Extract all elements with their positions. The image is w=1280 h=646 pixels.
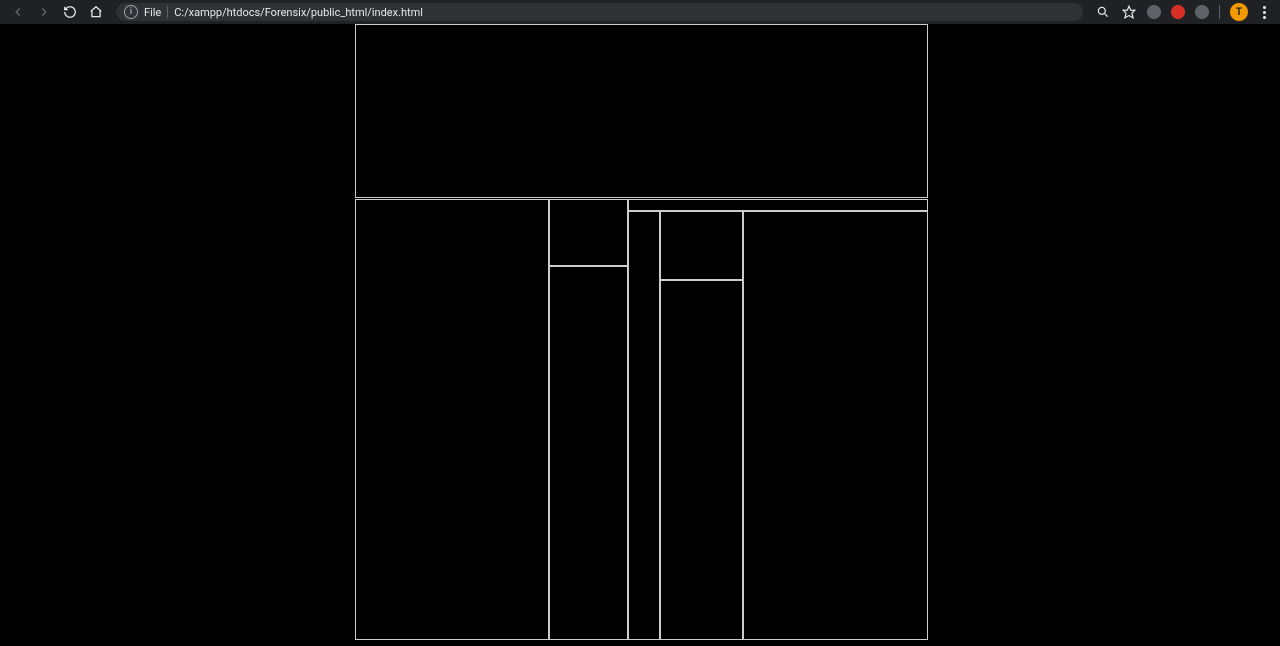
bookmark-star-icon[interactable] <box>1121 4 1137 20</box>
reload-button[interactable] <box>62 4 78 20</box>
layout-right-inner-row <box>628 211 928 640</box>
layout-mid-bottom-box <box>549 266 628 640</box>
site-info-icon[interactable]: i <box>124 5 138 19</box>
address-separator <box>167 6 168 18</box>
home-button[interactable] <box>88 4 104 20</box>
back-button[interactable] <box>10 4 26 20</box>
menu-button[interactable] <box>1258 6 1270 19</box>
layout-nested-top-box <box>660 211 743 280</box>
layout-right-block <box>628 199 928 640</box>
layout-wide-right-box <box>743 211 928 640</box>
layout-nested-bottom-box <box>660 280 743 640</box>
profile-avatar[interactable]: T <box>1230 3 1248 21</box>
extension-icon-3[interactable] <box>1195 5 1209 19</box>
address-bar[interactable]: i File C:/xampp/htdocs/Forensix/public_h… <box>116 3 1083 21</box>
layout-left-column <box>355 199 549 640</box>
browser-toolbar: i File C:/xampp/htdocs/Forensix/public_h… <box>0 0 1280 24</box>
layout-second-row <box>355 199 928 640</box>
url-text: C:/xampp/htdocs/Forensix/public_html/ind… <box>174 6 423 19</box>
toolbar-right-group: T <box>1095 3 1274 21</box>
layout-mid-top-box <box>549 199 628 266</box>
url-scheme-chip: File <box>144 6 161 19</box>
page-layout-wireframe <box>355 24 928 640</box>
zoom-icon[interactable] <box>1095 4 1111 20</box>
layout-nested-column <box>660 211 743 640</box>
nav-button-group <box>6 4 104 20</box>
layout-header-box <box>355 24 928 198</box>
layout-narrow-column <box>628 211 660 640</box>
layout-right-strip <box>628 199 928 211</box>
page-viewport <box>0 24 1280 646</box>
extension-icon-2[interactable] <box>1171 5 1185 19</box>
extension-icon-1[interactable] <box>1147 5 1161 19</box>
toolbar-separator <box>1219 5 1220 19</box>
forward-button[interactable] <box>36 4 52 20</box>
layout-mid-column <box>549 199 628 640</box>
